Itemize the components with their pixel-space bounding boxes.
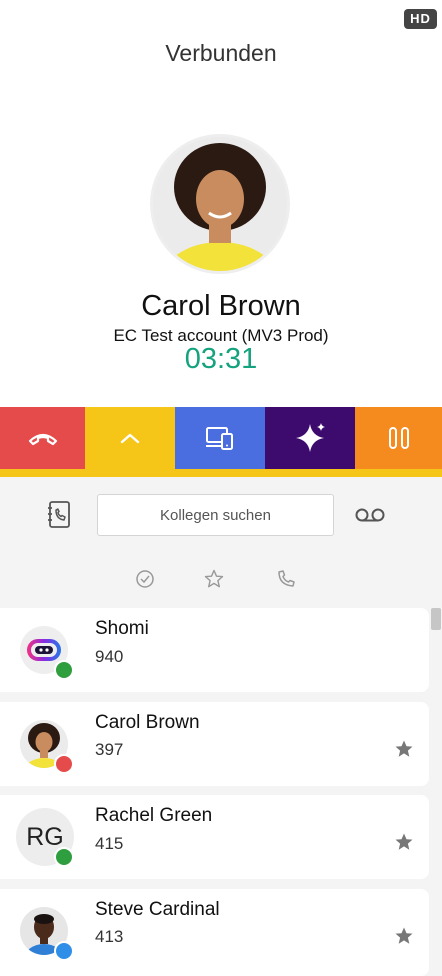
caller-avatar — [150, 134, 290, 274]
filter-recent-calls-button[interactable] — [276, 569, 296, 589]
check-circle-icon — [136, 570, 154, 588]
phonebook-button[interactable] — [44, 500, 74, 530]
sparkle-icon — [296, 423, 325, 452]
hold-button[interactable] — [355, 407, 442, 469]
contact-extension: 940 — [95, 647, 124, 666]
contact-extension: 413 — [95, 927, 124, 946]
call-status: Verbunden — [165, 40, 277, 66]
presence-away-dot — [54, 941, 74, 961]
colleague-search-input[interactable] — [97, 494, 334, 536]
contact-name: Rachel Green — [95, 805, 213, 826]
expand-button[interactable] — [85, 407, 175, 469]
favorite-star-icon[interactable] — [394, 926, 414, 946]
chevron-up-icon — [120, 433, 140, 444]
hangup-button[interactable] — [0, 407, 85, 469]
contact-name: Steve Cardinal — [95, 899, 220, 920]
voicemail-button[interactable] — [354, 506, 386, 524]
contact-card[interactable]: Carol Brown 397 — [0, 702, 429, 786]
voicemail-icon — [355, 508, 385, 522]
star-outline-icon — [204, 569, 224, 588]
pause-icon — [388, 427, 409, 449]
devices-icon — [206, 427, 233, 450]
hd-badge: HD — [404, 9, 437, 29]
contact-card[interactable]: RG Rachel Green 415 — [0, 795, 429, 879]
filter-available-button[interactable] — [135, 569, 155, 589]
contact-name: Shomi — [95, 618, 149, 639]
scrollbar-thumb[interactable] — [431, 608, 441, 630]
presence-available-dot — [54, 660, 74, 680]
caller-name: Carol Brown — [141, 290, 301, 322]
hangup-icon — [28, 433, 57, 446]
contact-extension: 415 — [95, 834, 124, 853]
contact-card[interactable]: Shomi 940 — [0, 608, 429, 692]
presence-busy-dot — [54, 754, 74, 774]
favorite-star-icon[interactable] — [394, 739, 414, 759]
favorite-star-icon[interactable] — [394, 832, 414, 852]
contact-name: Carol Brown — [95, 712, 200, 733]
phonebook-icon — [48, 501, 70, 528]
contact-extension: 397 — [95, 740, 124, 759]
phone-icon — [278, 570, 295, 587]
contact-card[interactable]: Steve Cardinal 413 — [0, 889, 429, 976]
ai-assistant-button[interactable] — [265, 407, 355, 469]
presence-available-dot — [54, 847, 74, 867]
active-call-strip — [0, 469, 442, 477]
device-switch-button[interactable] — [175, 407, 265, 469]
filter-favorites-button[interactable] — [204, 569, 224, 589]
call-timer: 03:31 — [184, 343, 258, 375]
call-action-bar — [0, 407, 442, 469]
